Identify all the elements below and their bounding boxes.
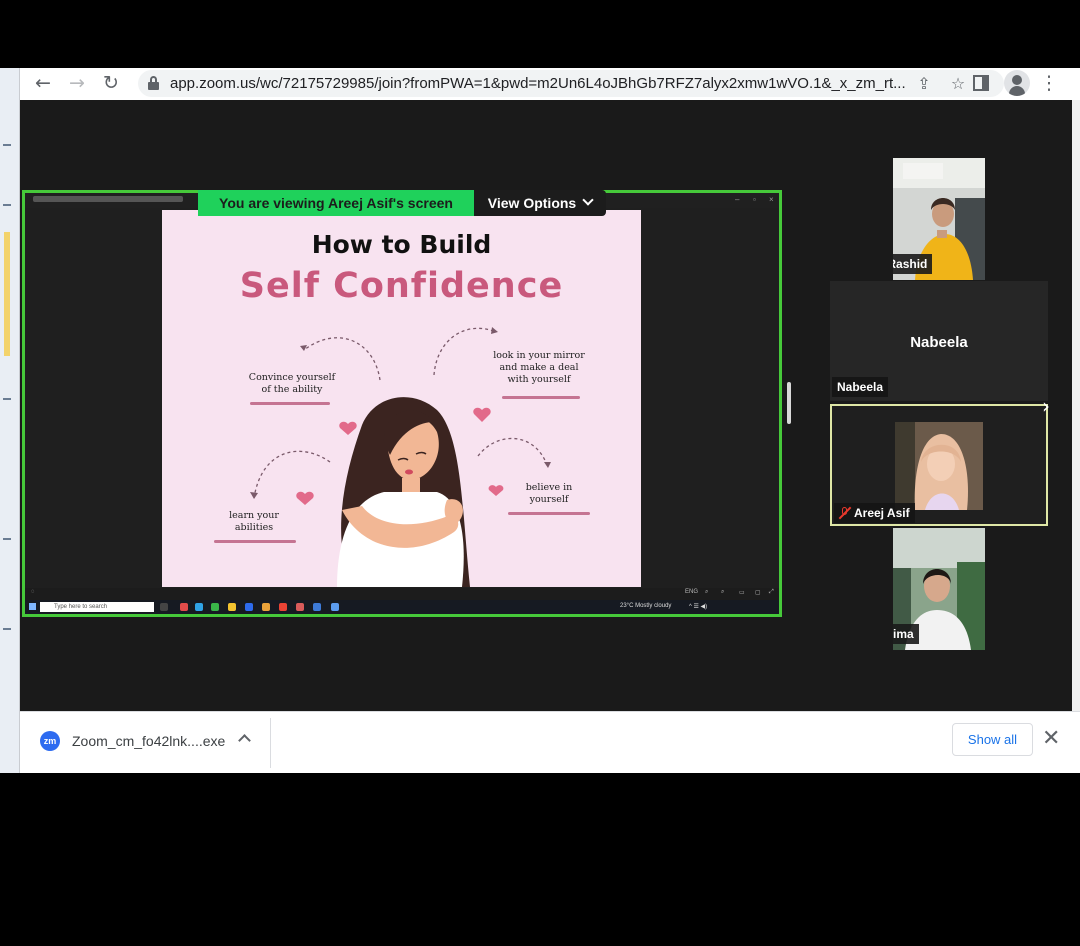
muted-mic-icon xyxy=(838,506,852,520)
slide-tip-learn: learn your abilities xyxy=(229,510,279,533)
page-scrollbar[interactable] xyxy=(1072,100,1080,711)
show-all-button[interactable]: Show all xyxy=(952,723,1033,756)
slide-heading: How to Build xyxy=(311,230,492,259)
participant-name: Nabeela xyxy=(832,377,889,397)
side-panel-icon[interactable] xyxy=(973,75,989,91)
address-bar[interactable]: app.zoom.us/wc/72175729985/join?fromPWA=… xyxy=(138,70,1004,97)
chevron-up-icon[interactable] xyxy=(238,734,251,747)
participant-center-name: Nabeela xyxy=(910,334,968,351)
participant-name: Fatima xyxy=(893,624,919,644)
download-file-name[interactable]: Zoom_cm_fo42lnk....exe xyxy=(72,733,225,749)
browser-toolbar: ← → ↻ app.zoom.us/wc/72175729985/join?fr… xyxy=(20,68,1072,99)
taskbar-app-icon[interactable] xyxy=(211,603,219,611)
profile-icon[interactable] xyxy=(1004,70,1030,96)
reload-icon[interactable]: ↻ xyxy=(100,72,122,94)
taskbar-app-icon[interactable] xyxy=(245,603,253,611)
participant-video xyxy=(895,422,983,510)
shared-screen-view[interactable]: – ▫ × How to Build Self Confidence Convi… xyxy=(22,190,782,617)
slide-tip-believe: believe in yourself xyxy=(525,482,573,505)
tip-underline xyxy=(502,396,580,399)
tip-underline xyxy=(250,402,330,405)
participant-name-label: Fatima xyxy=(893,627,914,641)
more-icon[interactable]: ⋮ xyxy=(1038,72,1060,94)
taskbar-app-icon[interactable] xyxy=(180,603,188,611)
viewer-statusbar: ◌ ENG ⌕ ⌕ ▭ ▢ ⤢ xyxy=(25,588,779,600)
participant-name-label: Areej Asif xyxy=(854,506,910,520)
windows-taskbar: Type here to search 23°C Mostly cloudy ^… xyxy=(25,600,779,614)
tip-underline xyxy=(214,540,296,543)
back-icon[interactable]: ← xyxy=(32,72,54,94)
taskbar-app-icon[interactable] xyxy=(195,603,203,611)
tip-underline xyxy=(508,512,590,515)
system-tray-icons: ^ ☰ ◀) xyxy=(689,604,708,610)
browser-window: ← → ↻ app.zoom.us/wc/72175729985/join?fr… xyxy=(20,68,1080,773)
participant-tile-active[interactable]: Areej Asif xyxy=(830,404,1048,526)
taskbar-app-icon[interactable] xyxy=(160,603,168,611)
panel-resize-handle[interactable] xyxy=(787,382,791,424)
taskbar-app-icon[interactable] xyxy=(313,603,321,611)
taskbar-app-icon[interactable] xyxy=(228,603,236,611)
participant-tile[interactable]: Nabeela Rashid xyxy=(893,158,985,280)
participant-name: Areej Asif xyxy=(834,503,915,523)
participant-tile[interactable]: Fatima xyxy=(893,528,985,650)
star-icon[interactable]: ☆ xyxy=(946,72,970,96)
os-window-edge xyxy=(0,68,20,773)
lock-icon[interactable] xyxy=(148,76,159,91)
taskbar-app-icon[interactable] xyxy=(296,603,304,611)
slide-tip-convince: Convince yourself of the ability xyxy=(248,372,336,395)
taskbar-weather: 23°C Mostly cloudy xyxy=(620,603,672,609)
zoom-meeting-page: – ▫ × How to Build Self Confidence Convi… xyxy=(20,100,1072,711)
windows-start-icon[interactable] xyxy=(29,603,36,610)
downloads-bar: zm Zoom_cm_fo42lnk....exe Show all ✕ xyxy=(20,711,1080,773)
forward-icon[interactable]: → xyxy=(66,72,88,94)
slide-title: Self Confidence xyxy=(239,266,564,306)
taskbar-app-icon[interactable] xyxy=(262,603,270,611)
close-icon[interactable]: ✕ xyxy=(1042,726,1060,751)
screen-share-banner: You are viewing Areej Asif's screen xyxy=(198,190,474,216)
taskbar-app-icon[interactable] xyxy=(279,603,287,611)
chevron-down-icon xyxy=(582,194,594,206)
taskbar-app-icon[interactable] xyxy=(331,603,339,611)
zoom-file-icon: zm xyxy=(40,731,60,751)
chevron-right-icon[interactable]: › xyxy=(1042,394,1050,418)
view-options-button[interactable]: View Options xyxy=(474,190,606,216)
taskbar-search[interactable]: Type here to search xyxy=(40,602,154,612)
divider xyxy=(270,718,271,768)
participant-name: Nabeela Rashid xyxy=(893,254,933,274)
share-icon[interactable]: ⇪ xyxy=(912,72,936,96)
participant-tile[interactable]: Nabeela Nabeela xyxy=(830,281,1048,401)
view-options-label: View Options xyxy=(487,195,577,211)
url-text[interactable]: app.zoom.us/wc/72175729985/join?fromPWA=… xyxy=(170,75,906,92)
slide-tip-mirror: look in your mirror and make a deal with… xyxy=(493,350,585,385)
presentation-slide: How to Build Self Confidence Convince yo… xyxy=(162,210,641,587)
